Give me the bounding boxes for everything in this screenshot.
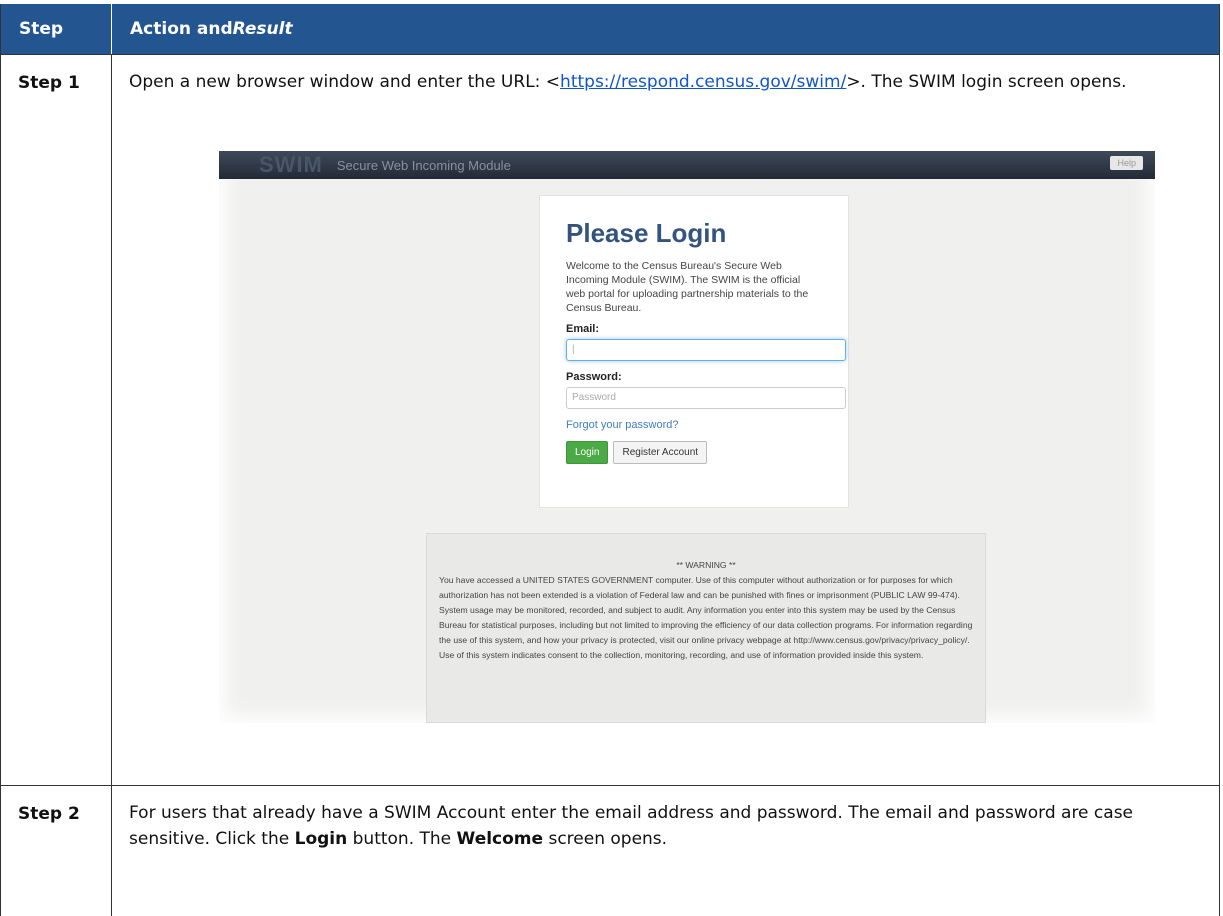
warning-title: ** WARNING ** xyxy=(676,560,736,570)
header-result-label: Result xyxy=(232,19,293,39)
swim-login-screenshot: SWIM Secure Web Incoming Module Help Ple… xyxy=(219,151,1155,723)
password-label: Password: xyxy=(566,371,622,383)
welcome-emphasis: Welcome xyxy=(456,829,544,849)
forgot-password-link[interactable]: Forgot your password? xyxy=(566,419,822,431)
password-field[interactable]: Password xyxy=(566,387,846,409)
login-title: Please Login xyxy=(566,218,727,248)
warning-notice: ** WARNING ** You have accessed a UNITED… xyxy=(426,533,986,723)
login-card: Please Login Welcome to the Census Burea… xyxy=(539,195,849,508)
login-description: Welcome to the Census Bureau's Secure We… xyxy=(566,260,809,314)
table-row: Step 1 Open a new browser window and ent… xyxy=(1,54,1219,785)
step-label: Step 2 xyxy=(1,786,112,916)
header-action: Action and Result xyxy=(112,4,1219,54)
header-step: Step xyxy=(1,4,112,54)
table-header: Step Action and Result xyxy=(1,4,1219,54)
step-action: For users that already have a SWIM Accou… xyxy=(112,786,1219,916)
step-text: >. The SWIM login screen opens. xyxy=(846,72,1127,92)
step-text: screen opens. xyxy=(543,829,668,849)
help-button[interactable]: Help xyxy=(1110,156,1143,170)
steps-table: Step Action and Result Step 1 Open a new… xyxy=(0,4,1220,916)
login-emphasis: Login xyxy=(294,829,348,849)
register-account-button[interactable]: Register Account xyxy=(613,441,708,464)
step-text: button. The xyxy=(347,829,457,849)
step-text: Open a new browser window and enter the … xyxy=(129,72,561,92)
swim-subtitle: Secure Web Incoming Module xyxy=(336,157,511,173)
warning-body: You have accessed a UNITED STATES GOVERN… xyxy=(439,575,973,660)
login-buttons: Login Register Account xyxy=(566,441,822,464)
step-label: Step 1 xyxy=(1,55,112,785)
email-field[interactable]: | xyxy=(566,339,846,361)
swim-header-bar: SWIM Secure Web Incoming Module Help xyxy=(219,151,1155,179)
table-row: Step 2 For users that already have a SWI… xyxy=(1,785,1219,916)
email-label: Email: xyxy=(566,323,600,335)
login-button[interactable]: Login xyxy=(566,441,609,464)
swim-logo: SWIM xyxy=(259,152,323,177)
swim-url-link[interactable]: https://respond.census.gov/swim/ xyxy=(560,72,846,92)
header-action-label: Action and xyxy=(130,19,233,39)
